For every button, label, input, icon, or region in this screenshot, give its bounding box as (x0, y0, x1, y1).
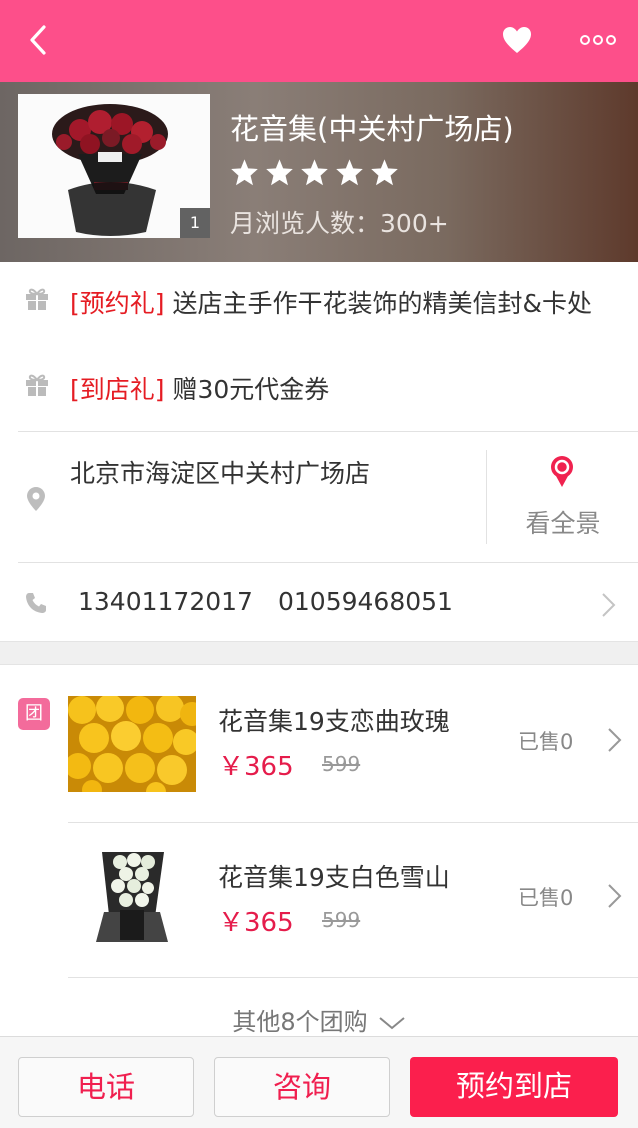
more-dots-icon[interactable] (578, 26, 618, 54)
gift-instore: [到店礼] 赠30元代金券 (0, 368, 638, 412)
section-gap (0, 641, 638, 665)
consult-button[interactable]: 咨询 (214, 1057, 390, 1117)
bottom-action-bar: 电话 咨询 预约到店 (0, 1036, 638, 1128)
chevron-right-icon (602, 593, 616, 617)
more-deals-label: 其他8个团购 (232, 1008, 368, 1036)
group-buy-badge: 团 (18, 698, 50, 730)
gift-description: 送店主手作干花装饰的精美信封&卡处 (164, 289, 592, 318)
photo-count-badge: 1 (180, 208, 210, 238)
star-icon (301, 159, 328, 186)
views-value: 300+ (380, 209, 449, 238)
panorama-button[interactable]: 看全景 (488, 450, 638, 544)
deal-title: 花音集19支白色雪山 (218, 863, 450, 892)
location-pin-icon (27, 487, 45, 511)
deal-item[interactable]: 花音集19支白色雪山 ￥365 599 已售0 (68, 822, 638, 978)
views-label: 月浏览人数： (230, 209, 381, 238)
shop-name: 花音集(中关村广场店) (230, 112, 514, 146)
gift-description: 赠30元代金券 (164, 375, 330, 404)
address-row: 北京市海淀区中关村广场店 看全景 (0, 432, 638, 562)
shop-photo[interactable]: 1 (18, 94, 210, 238)
star-icon (336, 159, 363, 186)
chevron-right-icon (608, 884, 622, 908)
monthly-views: 月浏览人数：300+ (230, 204, 449, 240)
chevron-left-icon[interactable] (22, 22, 58, 58)
currency-symbol: ￥ (218, 908, 245, 938)
gift-reservation: [预约礼] 送店主手作干花装饰的精美信封&卡处 (0, 282, 638, 370)
deal-sold-count: 已售0 (518, 730, 574, 754)
call-button[interactable]: 电话 (18, 1057, 194, 1117)
vertical-divider (486, 450, 487, 544)
phone-number-landline[interactable]: 01059468051 (278, 587, 453, 616)
gift-icon (26, 288, 48, 310)
rating-stars (230, 158, 399, 186)
star-icon (371, 159, 398, 186)
shop-header: 1 花音集(中关村广场店) 月浏览人数：300+ (0, 82, 638, 262)
phone-number-mobile[interactable]: 13401172017 (78, 587, 253, 616)
deal-price: ￥365 (218, 902, 294, 939)
deal-original-price: 599 (322, 908, 361, 932)
gift-tag: [预约礼] (70, 289, 165, 318)
address-text[interactable]: 北京市海淀区中关村广场店 (70, 454, 370, 490)
star-icon (266, 159, 293, 186)
phone-row[interactable]: 13401172017 01059468051 (0, 563, 638, 641)
panorama-label: 看全景 (525, 509, 601, 538)
deal-price: ￥365 (218, 746, 294, 783)
deal-sold-count: 已售0 (518, 886, 574, 910)
chevron-right-icon (608, 728, 622, 752)
currency-symbol: ￥ (218, 752, 245, 782)
heart-icon[interactable] (500, 24, 534, 56)
white-roses-image (68, 852, 196, 948)
gift-tag: [到店礼] (70, 375, 165, 404)
deal-title: 花音集19支恋曲玫瑰 (218, 707, 450, 736)
panorama-pin-icon (551, 456, 573, 487)
star-icon (231, 159, 258, 186)
book-visit-button[interactable]: 预约到店 (410, 1057, 618, 1117)
gift-icon (26, 374, 48, 396)
deal-item[interactable]: 花音集19支恋曲玫瑰 ￥365 599 已售0 (68, 666, 638, 822)
gift-instore-text: [到店礼] 赠30元代金券 (70, 368, 622, 412)
chevron-down-icon (379, 1017, 405, 1030)
price-value: 365 (244, 908, 294, 938)
price-value: 365 (244, 752, 294, 782)
deal-original-price: 599 (322, 752, 361, 776)
yellow-roses-image (68, 696, 196, 792)
phone-icon (26, 593, 46, 613)
divider (68, 977, 638, 978)
gift-reservation-text: [预约礼] 送店主手作干花装饰的精美信封&卡处 (70, 282, 622, 326)
top-navigation-bar (0, 0, 638, 82)
